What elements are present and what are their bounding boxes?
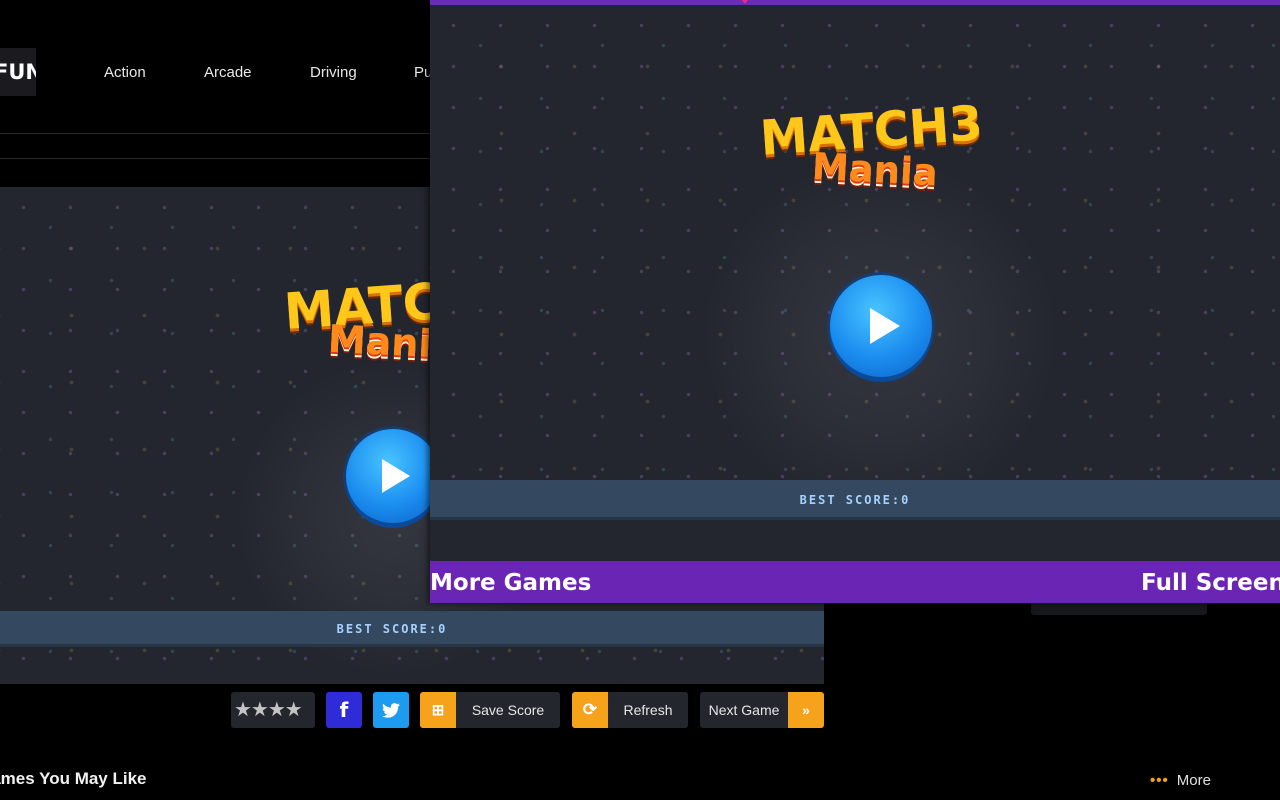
play-icon <box>870 308 900 344</box>
pointer-marker <box>737 0 753 4</box>
best-score: BEST SCORE:0 <box>0 611 824 647</box>
next-game-arrow[interactable]: » <box>788 692 824 728</box>
double-chevron-right-icon: » <box>802 702 810 718</box>
popup-bottom-bar: More Games Full Screen <box>430 561 1280 603</box>
rating-stars[interactable]: ★★★★ <box>234 700 303 720</box>
more-label: More <box>1176 772 1211 789</box>
facebook-icon: f <box>339 698 349 722</box>
refresh-icon-box[interactable]: ⟳ <box>572 692 608 728</box>
full-screen-button[interactable]: Full Screen <box>1141 570 1280 596</box>
twitter-share-button[interactable] <box>373 692 409 728</box>
popup-best-score: BEST SCORE:0 <box>430 480 1280 520</box>
section-title: Games You May Like <box>0 769 147 788</box>
play-button[interactable] <box>346 429 440 523</box>
popup-play-button[interactable] <box>830 275 932 377</box>
more-link[interactable]: ••• More <box>1150 772 1211 789</box>
header-divider <box>0 133 430 134</box>
header-divider <box>0 158 430 159</box>
next-game-button[interactable]: Next Game <box>700 692 788 728</box>
nav-driving[interactable]: Driving <box>310 64 357 81</box>
rating-widget[interactable]: ★★★★ <box>231 692 315 728</box>
save-score-button[interactable]: Save Score <box>456 692 560 728</box>
more-dots-icon: ••• <box>1150 772 1169 789</box>
save-icon: ⊞ <box>431 702 445 719</box>
more-games-button[interactable]: More Games <box>430 570 591 596</box>
popup-game-subtitle: Mania <box>810 144 939 195</box>
facebook-share-button[interactable]: f <box>326 692 362 728</box>
popup-spacer <box>430 520 1280 561</box>
site-logo[interactable]: FUN <box>0 48 36 96</box>
save-score-icon-box[interactable]: ⊞ <box>420 692 456 728</box>
site-logo-text: FUN <box>0 60 36 84</box>
game-popup-window[interactable]: MATCH3 Mania BEST SCORE:0 More Games Ful… <box>430 0 1280 603</box>
twitter-icon <box>382 702 400 718</box>
nav-action[interactable]: Action <box>104 64 146 81</box>
refresh-icon: ⟳ <box>582 700 598 719</box>
popup-game-canvas[interactable]: MATCH3 Mania BEST SCORE:0 <box>430 5 1280 520</box>
play-icon <box>382 459 410 493</box>
refresh-button[interactable]: Refresh <box>608 692 688 728</box>
nav-arcade[interactable]: Arcade <box>204 64 252 81</box>
